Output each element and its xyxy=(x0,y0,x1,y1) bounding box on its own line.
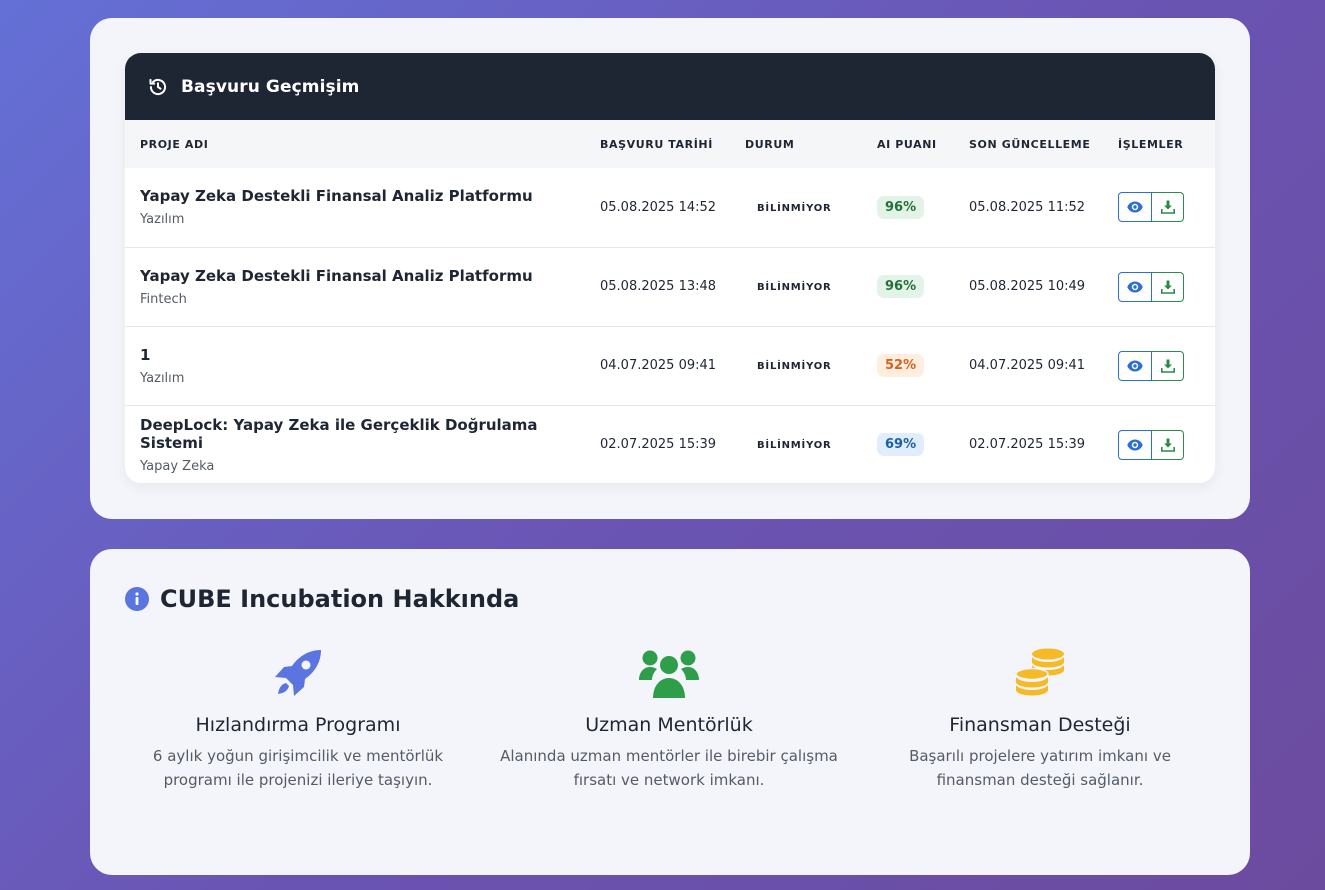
eye-icon xyxy=(1127,360,1143,371)
project-name: Yapay Zeka Destekli Finansal Analiz Plat… xyxy=(140,266,533,285)
feature-description: Başarılı projelere yatırım imkanı ve fina… xyxy=(909,747,1171,789)
project-name: Yapay Zeka Destekli Finansal Analiz Plat… xyxy=(140,187,533,206)
download-icon xyxy=(1160,200,1175,215)
view-button[interactable] xyxy=(1118,429,1152,460)
download-button[interactable] xyxy=(1152,350,1184,381)
status-badge: BİLİNMİYOR xyxy=(757,202,832,214)
feature-acceleration: Hızlandırma Programı 6 aylık yoğun giriş… xyxy=(128,646,468,792)
users-icon xyxy=(499,646,839,700)
feature-mentorship: Uzman Mentörlük Alanında uzman mentörler… xyxy=(499,646,839,792)
last-update: 02.07.2025 15:39 xyxy=(969,437,1086,453)
table-row: 1 Yazılım 04.07.2025 09:41 BİLİNMİYOR 52%… xyxy=(125,326,1215,405)
last-update: 04.07.2025 09:41 xyxy=(969,358,1086,373)
rocket-icon xyxy=(128,646,468,700)
col-last-update: SON GÜNCELLEME xyxy=(969,137,1091,151)
history-icon xyxy=(148,77,168,97)
history-title: Başvuru Geçmişim xyxy=(181,76,360,97)
history-card: Başvuru Geçmişim PROJE ADI BAŞVURU TARİH… xyxy=(90,18,1250,519)
project-name: 1 xyxy=(140,345,151,364)
table-row: Yapay Zeka Destekli Finansal Analiz Plat… xyxy=(125,168,1215,247)
download-icon xyxy=(1160,280,1175,294)
view-button[interactable] xyxy=(1118,192,1152,223)
history-table: PROJE ADI BAŞVURU TARİHİ DURUM AI PUANI … xyxy=(125,120,1215,483)
project-name: DeepLock: Yapay Zeka ile Gerçeklik Doğru… xyxy=(140,415,538,452)
project-category: Yapay Zeka xyxy=(140,458,215,474)
application-date: 04.07.2025 09:41 xyxy=(600,358,717,373)
ai-score-badge: 96% xyxy=(877,195,925,219)
download-button[interactable] xyxy=(1152,429,1184,460)
ai-score-badge: 52% xyxy=(877,354,925,377)
download-button[interactable] xyxy=(1152,271,1184,302)
eye-icon xyxy=(1127,201,1143,213)
history-panel: Başvuru Geçmişim PROJE ADI BAŞVURU TARİH… xyxy=(125,53,1215,483)
col-application-date: BAŞVURU TARİHİ xyxy=(600,137,713,151)
project-category: Yazılım xyxy=(140,212,185,228)
table-row: DeepLock: Yapay Zeka ile Gerçeklik Doğru… xyxy=(125,405,1215,483)
about-title: CUBE Incubation Hakkında xyxy=(160,585,520,613)
table-header-row: PROJE ADI BAŞVURU TARİHİ DURUM AI PUANI … xyxy=(125,120,1215,168)
view-button[interactable] xyxy=(1118,271,1152,302)
col-project-name: PROJE ADI xyxy=(140,137,209,151)
col-status: DURUM xyxy=(745,137,795,151)
download-button[interactable] xyxy=(1152,192,1184,223)
status-badge: BİLİNMİYOR xyxy=(757,440,832,452)
info-icon xyxy=(125,587,149,611)
application-date: 05.08.2025 13:48 xyxy=(600,279,717,294)
table-row: Yapay Zeka Destekli Finansal Analiz Plat… xyxy=(125,247,1215,326)
ai-score-badge: 96% xyxy=(877,275,925,298)
coins-icon xyxy=(870,646,1210,700)
ai-score-badge: 69% xyxy=(877,433,925,457)
download-icon xyxy=(1160,438,1175,452)
feature-title: Uzman Mentörlük xyxy=(585,714,753,736)
project-category: Yazılım xyxy=(140,370,185,386)
eye-icon xyxy=(1127,281,1143,292)
eye-icon xyxy=(1127,439,1143,451)
feature-description: Alanında uzman mentörler ile birebir çal… xyxy=(500,747,838,789)
about-card: CUBE Incubation Hakkında Hızlandırma Pro… xyxy=(90,549,1250,875)
about-header: CUBE Incubation Hakkında xyxy=(125,585,519,613)
col-actions: İŞLEMLER xyxy=(1118,137,1184,151)
view-button[interactable] xyxy=(1118,350,1152,381)
application-date: 05.08.2025 14:52 xyxy=(600,199,717,215)
status-badge: BİLİNMİYOR xyxy=(757,361,832,372)
feature-funding: Finansman Desteği Başarılı projelere yat… xyxy=(870,646,1210,792)
feature-title: Hızlandırma Programı xyxy=(195,714,401,736)
last-update: 05.08.2025 10:49 xyxy=(969,279,1086,294)
feature-description: 6 aylık yoğun girişimcilik ve mentörlük p… xyxy=(152,747,444,789)
last-update: 05.08.2025 11:52 xyxy=(969,199,1086,215)
history-header: Başvuru Geçmişim xyxy=(125,53,1215,120)
feature-title: Finansman Desteği xyxy=(949,714,1131,736)
col-ai-score: AI PUANI xyxy=(877,137,937,151)
application-date: 02.07.2025 15:39 xyxy=(600,437,717,453)
download-icon xyxy=(1160,359,1175,373)
project-category: Fintech xyxy=(140,291,187,307)
status-badge: BİLİNMİYOR xyxy=(757,282,832,293)
